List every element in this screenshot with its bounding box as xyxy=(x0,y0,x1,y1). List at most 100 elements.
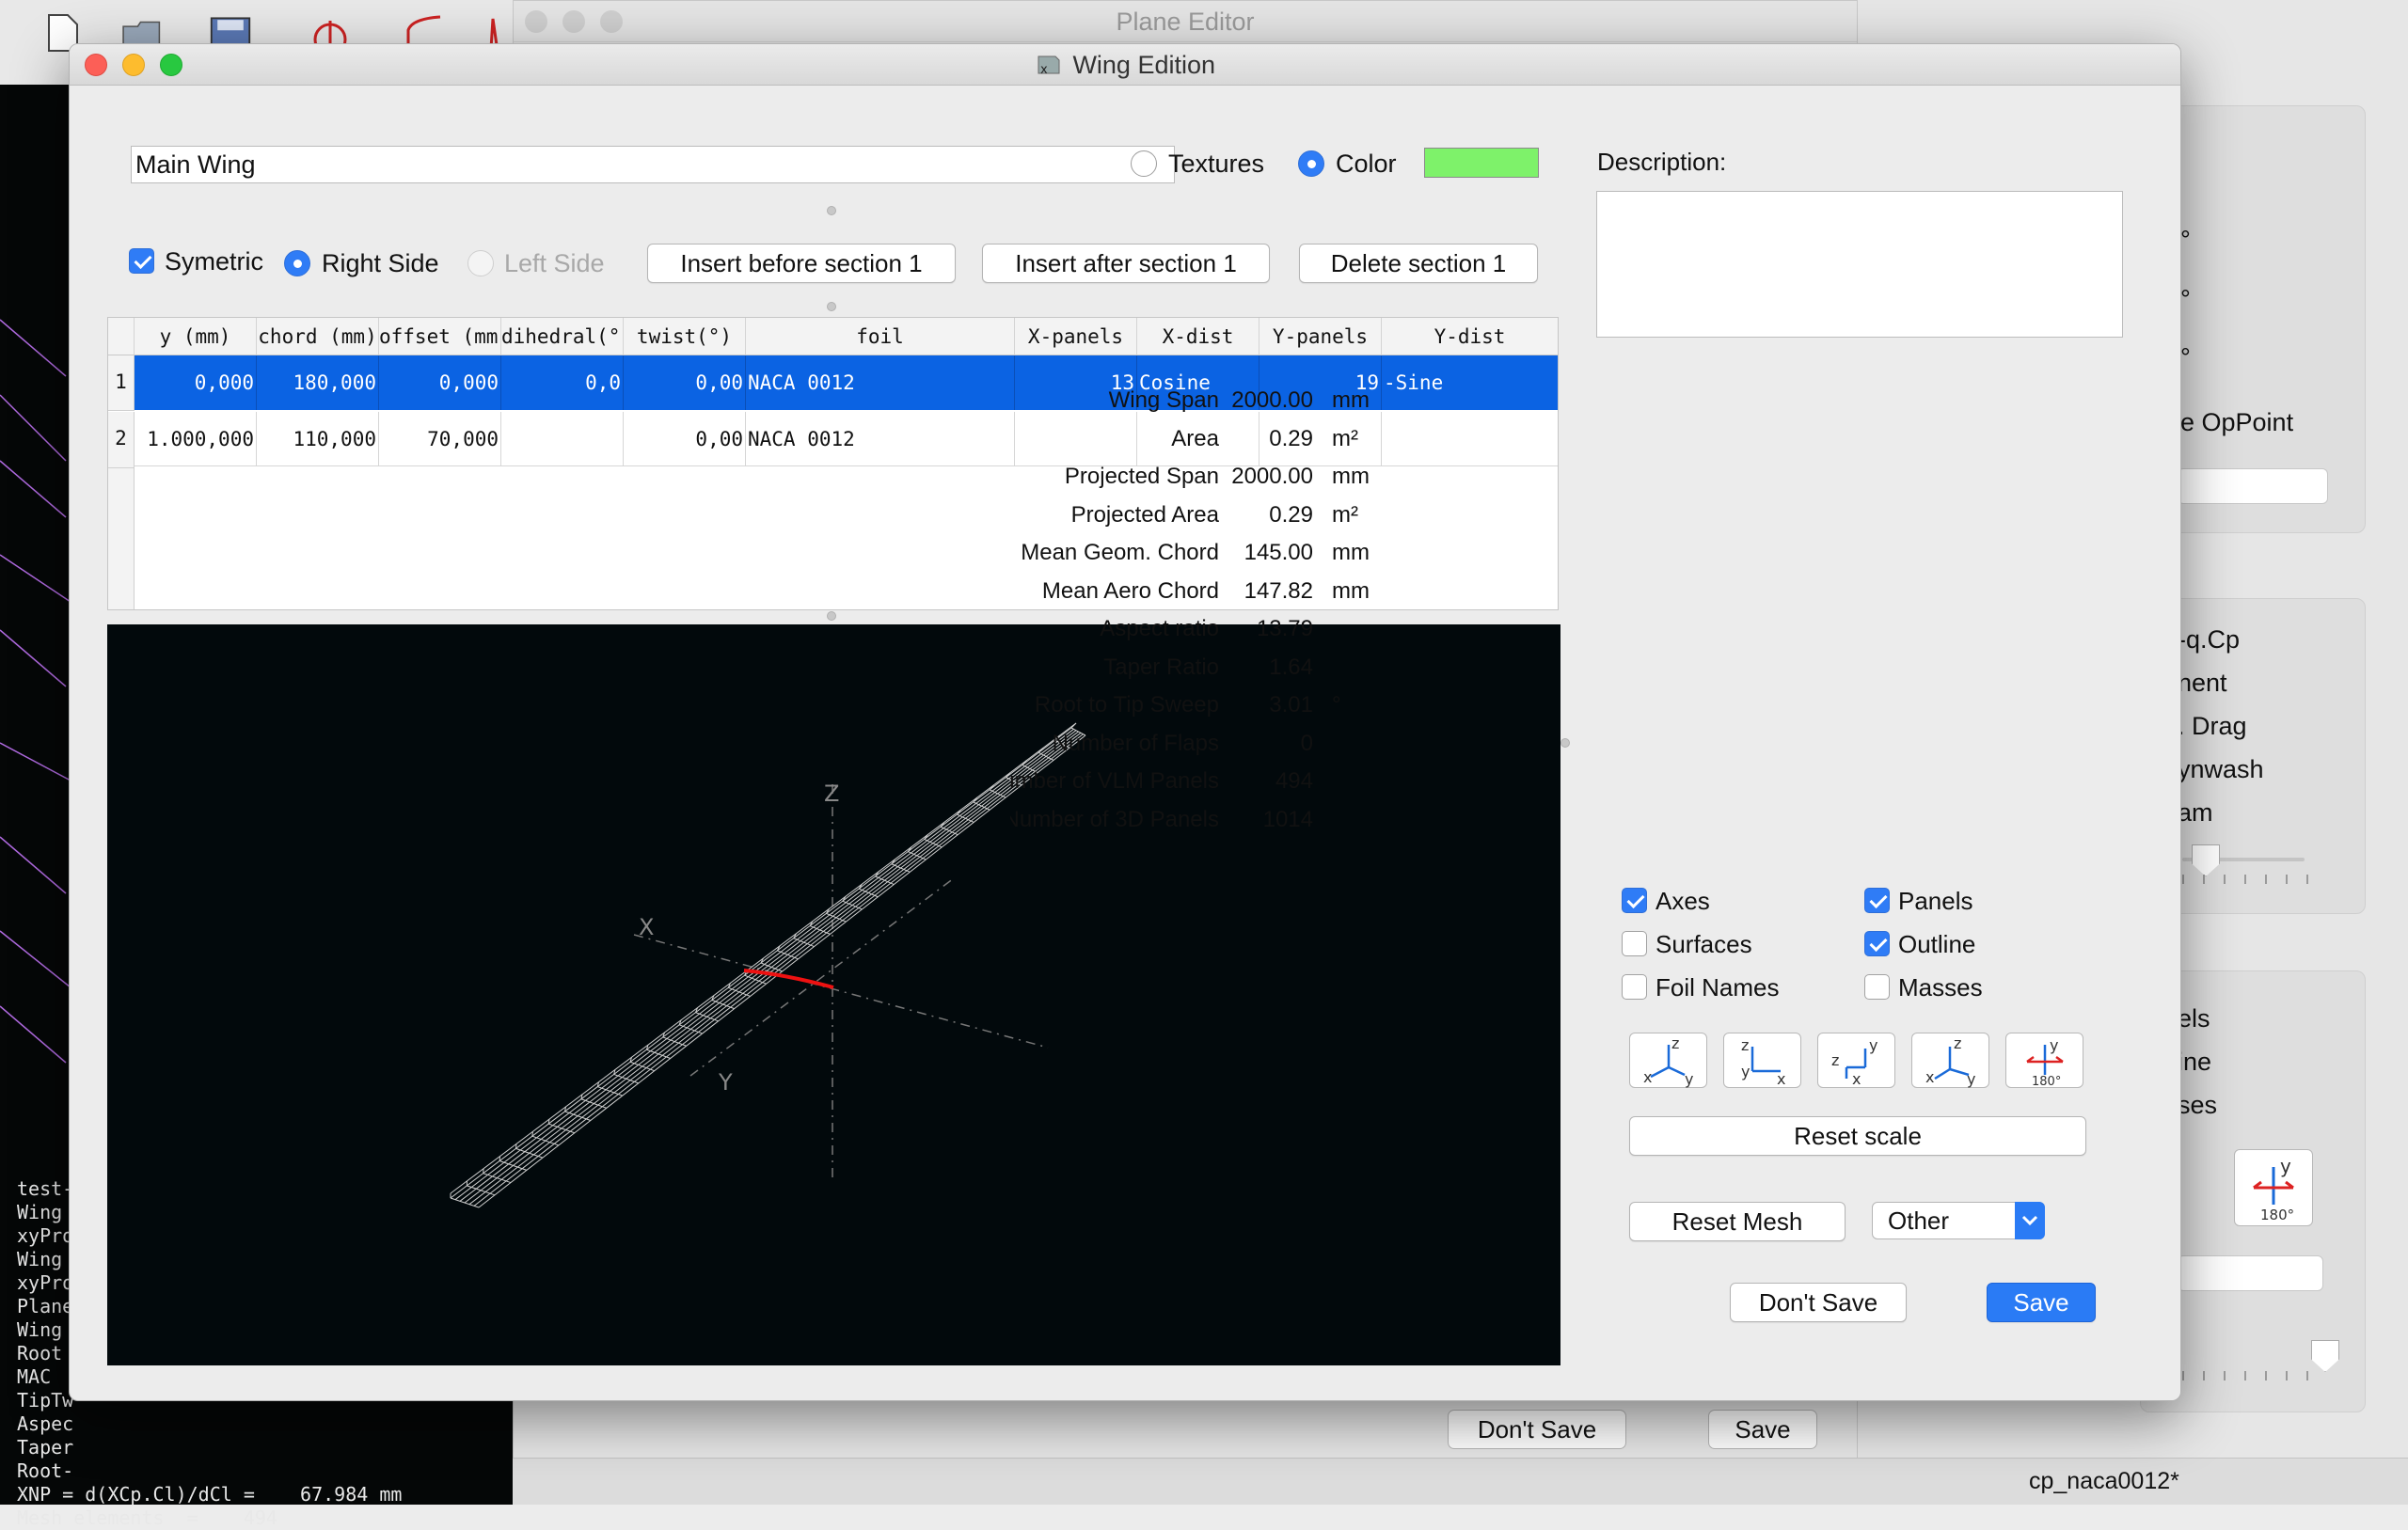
side-view-icon: z x y xyxy=(1912,1033,1990,1089)
cell-dihedral[interactable] xyxy=(501,412,624,466)
surfaces-checkbox[interactable] xyxy=(1622,931,1647,956)
side-view-button[interactable]: z x y xyxy=(1911,1033,1989,1088)
reset-scale-button[interactable]: Reset scale xyxy=(1629,1116,2086,1156)
flip-180-button[interactable]: y 180° xyxy=(2005,1033,2083,1088)
col-y-panels[interactable]: Y-panels xyxy=(1259,318,1382,355)
rp-top-item-4[interactable]: e OpPoint xyxy=(2180,408,2293,437)
col-dihedral[interactable]: dihedral(°) xyxy=(501,318,624,355)
rp-mid-item-2[interactable]: nent xyxy=(2178,669,2227,698)
cell-y[interactable]: 1.000,000 xyxy=(135,412,257,466)
svg-text:z: z xyxy=(1831,1051,1839,1069)
axes-checkbox[interactable] xyxy=(1622,888,1647,913)
dont-save-button[interactable]: Don't Save xyxy=(1730,1283,1907,1322)
zoom-dot[interactable] xyxy=(600,10,623,33)
svg-text:y: y xyxy=(1967,1070,1975,1088)
cell-y[interactable]: 0,000 xyxy=(135,355,257,410)
reset-mesh-button[interactable]: Reset Mesh xyxy=(1629,1202,1846,1241)
col-twist[interactable]: twist(°) xyxy=(624,318,746,355)
rp-mid-item-1[interactable]: -q.Cp xyxy=(2178,625,2240,655)
axis-x-label: X xyxy=(639,914,654,940)
zoom-button[interactable] xyxy=(160,54,182,76)
right-side-radio[interactable] xyxy=(284,250,310,276)
panels-label: Panels xyxy=(1898,887,1973,916)
mesh-type-select[interactable]: Other xyxy=(1872,1202,2045,1239)
rp-low-item-3[interactable]: ses xyxy=(2178,1091,2217,1120)
rp-low-item-1[interactable]: els xyxy=(2178,1004,2210,1033)
rp-mid-item-3[interactable]: . Drag xyxy=(2178,712,2247,741)
delete-section-button[interactable]: Delete section 1 xyxy=(1299,244,1538,283)
iso-view-icon: z x y xyxy=(1630,1033,1708,1089)
left-side-label: Left Side xyxy=(504,249,605,278)
splitter-handle-2[interactable] xyxy=(827,302,836,311)
description-textarea[interactable] xyxy=(1596,191,2123,338)
plane-editor-title: Plane Editor xyxy=(1116,8,1254,36)
insert-before-button[interactable]: Insert before section 1 xyxy=(647,244,956,283)
stat-unit: ° xyxy=(1332,692,1341,718)
save-button[interactable]: Save xyxy=(1987,1283,2096,1322)
cell-offset[interactable]: 0,000 xyxy=(379,355,501,410)
iso-view-button[interactable]: z x y xyxy=(1629,1033,1707,1088)
wing-name-input[interactable]: Main Wing xyxy=(131,146,1175,183)
cell-foil[interactable]: NACA 0012 xyxy=(746,355,1015,410)
splitter-handle[interactable] xyxy=(827,206,836,215)
cell-twist[interactable]: 0,00 xyxy=(624,355,746,410)
front-view-button[interactable]: z y x xyxy=(1723,1033,1801,1088)
foil-names-checkbox[interactable] xyxy=(1622,974,1647,1000)
top-view-button[interactable]: y z x xyxy=(1817,1033,1895,1088)
plane-dont-save-button[interactable]: Don't Save xyxy=(1448,1410,1626,1449)
minimize-dot[interactable] xyxy=(562,10,585,33)
panels-checkbox[interactable] xyxy=(1864,888,1890,913)
symetric-checkbox[interactable] xyxy=(129,248,154,274)
svg-text:x: x xyxy=(1643,1068,1652,1086)
row-header-2[interactable]: 2 xyxy=(108,412,135,468)
axes-label: Axes xyxy=(1656,887,1710,916)
rp-flip-180-button[interactable]: y 180° xyxy=(2234,1149,2313,1226)
splitter-handle-3[interactable] xyxy=(827,611,836,621)
stat-value: 145.00 xyxy=(1244,540,1313,566)
col-y-dist[interactable]: Y-dist xyxy=(1382,318,1558,355)
row-header-1[interactable]: 1 xyxy=(108,355,135,411)
col-x-dist[interactable]: X-dist xyxy=(1137,318,1259,355)
col-offset[interactable]: offset (mm) xyxy=(379,318,501,355)
svg-text:z: z xyxy=(1671,1034,1679,1052)
rp-field-1[interactable] xyxy=(2178,468,2328,504)
close-dot[interactable] xyxy=(525,10,547,33)
textures-radio[interactable] xyxy=(1131,150,1157,177)
masses-checkbox[interactable] xyxy=(1864,974,1890,1000)
stat-unit: mm xyxy=(1332,464,1370,490)
col-foil[interactable]: foil xyxy=(746,318,1015,355)
insert-after-button[interactable]: Insert after section 1 xyxy=(982,244,1270,283)
cell-chord[interactable]: 180,000 xyxy=(257,355,379,410)
plane-save-button[interactable]: Save xyxy=(1708,1410,1817,1449)
symetric-label: Symetric xyxy=(165,247,263,276)
svg-text:y: y xyxy=(1869,1036,1877,1054)
rp-mid-item-5[interactable]: am xyxy=(2178,798,2213,828)
left-side-radio[interactable] xyxy=(467,250,494,276)
rp-low-item-2[interactable]: ine xyxy=(2178,1048,2211,1077)
col-chord[interactable]: chord (mm) xyxy=(257,318,379,355)
svg-text:x: x xyxy=(1777,1070,1785,1088)
rp-field-2[interactable] xyxy=(2178,1255,2323,1291)
col-y[interactable]: y (mm) xyxy=(135,318,257,355)
cell-chord[interactable]: 110,000 xyxy=(257,412,379,466)
outline-checkbox[interactable] xyxy=(1864,931,1890,956)
color-swatch-button[interactable] xyxy=(1424,148,1539,178)
minimize-button[interactable] xyxy=(122,54,145,76)
rp-mid-item-4[interactable]: ynwash xyxy=(2178,755,2264,784)
stat-name: Projected Area xyxy=(1071,502,1219,528)
close-button[interactable] xyxy=(85,54,107,76)
svg-text:180°: 180° xyxy=(2032,1075,2061,1089)
cell-offset[interactable]: 70,000 xyxy=(379,412,501,466)
color-radio[interactable] xyxy=(1298,150,1324,177)
splitter-handle-4[interactable] xyxy=(1560,738,1570,748)
cell-twist[interactable]: 0,00 xyxy=(624,412,746,466)
cell-dihedral[interactable]: 0,0 xyxy=(501,355,624,410)
stat-unit: mm xyxy=(1332,540,1370,566)
app-icon: x xyxy=(1035,51,1063,79)
rp-top-item-2: ° xyxy=(2180,285,2191,314)
cell-foil[interactable]: NACA 0012 xyxy=(746,412,1015,466)
wing-edition-dialog: x Wing Edition Main Wing Textures Color … xyxy=(69,43,2181,1401)
col-x-panels[interactable]: X-panels xyxy=(1015,318,1137,355)
chevron-down-icon[interactable] xyxy=(2015,1202,2045,1239)
axis-x-line xyxy=(634,935,1048,1048)
